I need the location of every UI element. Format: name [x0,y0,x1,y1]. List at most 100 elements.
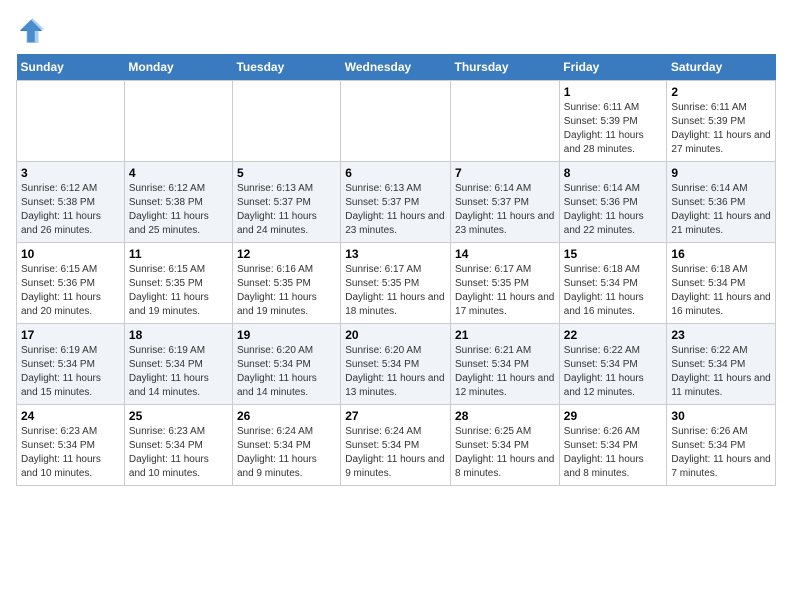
calendar-cell: 21 Sunrise: 6:21 AM Sunset: 5:34 PM Dayli… [451,324,560,405]
day-number: 2 [671,85,771,99]
calendar-table: SundayMondayTuesdayWednesdayThursdayFrid… [16,54,776,486]
day-info: Sunrise: 6:15 AM Sunset: 5:36 PM Dayligh… [21,263,120,319]
logo-icon [16,16,46,46]
day-number: 20 [345,328,446,342]
day-number: 19 [237,328,336,342]
day-info: Sunrise: 6:11 AM Sunset: 5:39 PM Dayligh… [564,101,663,157]
header-row: SundayMondayTuesdayWednesdayThursdayFrid… [17,54,776,81]
day-info: Sunrise: 6:25 AM Sunset: 5:34 PM Dayligh… [455,425,555,481]
day-info: Sunrise: 6:21 AM Sunset: 5:34 PM Dayligh… [455,344,555,400]
day-info: Sunrise: 6:17 AM Sunset: 5:35 PM Dayligh… [455,263,555,319]
day-number: 5 [237,166,336,180]
day-number: 21 [455,328,555,342]
header-cell-thursday: Thursday [451,54,560,81]
day-number: 30 [671,409,771,423]
calendar-cell: 24Sunrise: 6:23 AM Sunset: 5:34 PM Dayli… [17,405,125,486]
day-number: 18 [129,328,228,342]
logo [16,16,48,46]
day-info: Sunrise: 6:19 AM Sunset: 5:34 PM Dayligh… [129,344,228,400]
day-number: 6 [345,166,446,180]
calendar-cell: 25 Sunrise: 6:23 AM Sunset: 5:34 PM Dayli… [124,405,232,486]
calendar-cell: 28 Sunrise: 6:25 AM Sunset: 5:34 PM Dayli… [451,405,560,486]
day-number: 27 [345,409,446,423]
day-info: Sunrise: 6:23 AM Sunset: 5:34 PM Dayligh… [21,425,120,481]
day-info: Sunrise: 6:26 AM Sunset: 5:34 PM Dayligh… [671,425,771,481]
day-info: Sunrise: 6:19 AM Sunset: 5:34 PM Dayligh… [21,344,120,400]
day-info: Sunrise: 6:14 AM Sunset: 5:37 PM Dayligh… [455,182,555,238]
calendar-cell: 11 Sunrise: 6:15 AM Sunset: 5:35 PM Dayli… [124,243,232,324]
calendar-cell: 9 Sunrise: 6:14 AM Sunset: 5:36 PM Daylig… [667,162,776,243]
calendar-week-3: 10Sunrise: 6:15 AM Sunset: 5:36 PM Dayli… [17,243,776,324]
calendar-cell: 13 Sunrise: 6:17 AM Sunset: 5:35 PM Dayli… [341,243,451,324]
calendar-cell: 8 Sunrise: 6:14 AM Sunset: 5:36 PM Daylig… [559,162,667,243]
day-info: Sunrise: 6:14 AM Sunset: 5:36 PM Dayligh… [564,182,663,238]
calendar-week-5: 24Sunrise: 6:23 AM Sunset: 5:34 PM Dayli… [17,405,776,486]
day-number: 29 [564,409,663,423]
day-number: 1 [564,85,663,99]
calendar-cell: 6Sunrise: 6:13 AM Sunset: 5:37 PM Daylig… [341,162,451,243]
calendar-cell: 4 Sunrise: 6:12 AM Sunset: 5:38 PM Daylig… [124,162,232,243]
calendar-header: SundayMondayTuesdayWednesdayThursdayFrid… [17,54,776,81]
calendar-cell [124,81,232,162]
day-info: Sunrise: 6:14 AM Sunset: 5:36 PM Dayligh… [671,182,771,238]
day-info: Sunrise: 6:18 AM Sunset: 5:34 PM Dayligh… [671,263,771,319]
day-number: 7 [455,166,555,180]
calendar-cell: 29Sunrise: 6:26 AM Sunset: 5:34 PM Dayli… [559,405,667,486]
day-info: Sunrise: 6:20 AM Sunset: 5:34 PM Dayligh… [237,344,336,400]
page-header [16,16,776,46]
calendar-cell: 17 Sunrise: 6:19 AM Sunset: 5:34 PM Dayli… [17,324,125,405]
day-info: Sunrise: 6:22 AM Sunset: 5:34 PM Dayligh… [671,344,771,400]
calendar-cell: 19 Sunrise: 6:20 AM Sunset: 5:34 PM Dayli… [232,324,340,405]
day-number: 17 [21,328,120,342]
day-number: 13 [345,247,446,261]
calendar-cell: 10Sunrise: 6:15 AM Sunset: 5:36 PM Dayli… [17,243,125,324]
day-number: 8 [564,166,663,180]
header-cell-sunday: Sunday [17,54,125,81]
calendar-week-4: 17 Sunrise: 6:19 AM Sunset: 5:34 PM Dayli… [17,324,776,405]
calendar-week-1: 1 Sunrise: 6:11 AM Sunset: 5:39 PM Daylig… [17,81,776,162]
day-number: 4 [129,166,228,180]
day-info: Sunrise: 6:18 AM Sunset: 5:34 PM Dayligh… [564,263,663,319]
day-number: 26 [237,409,336,423]
calendar-cell: 14Sunrise: 6:17 AM Sunset: 5:35 PM Dayli… [451,243,560,324]
calendar-cell: 2Sunrise: 6:11 AM Sunset: 5:39 PM Daylig… [667,81,776,162]
calendar-week-2: 3 Sunrise: 6:12 AM Sunset: 5:38 PM Daylig… [17,162,776,243]
header-cell-tuesday: Tuesday [232,54,340,81]
day-info: Sunrise: 6:24 AM Sunset: 5:34 PM Dayligh… [237,425,336,481]
calendar-cell: 18 Sunrise: 6:19 AM Sunset: 5:34 PM Dayli… [124,324,232,405]
calendar-cell: 5 Sunrise: 6:13 AM Sunset: 5:37 PM Daylig… [232,162,340,243]
calendar-cell: 27 Sunrise: 6:24 AM Sunset: 5:34 PM Dayli… [341,405,451,486]
header-cell-monday: Monday [124,54,232,81]
day-number: 12 [237,247,336,261]
day-number: 15 [564,247,663,261]
calendar-cell: 30 Sunrise: 6:26 AM Sunset: 5:34 PM Dayli… [667,405,776,486]
header-cell-friday: Friday [559,54,667,81]
day-number: 25 [129,409,228,423]
day-info: Sunrise: 6:22 AM Sunset: 5:34 PM Dayligh… [564,344,663,400]
calendar-cell [232,81,340,162]
calendar-cell: 1 Sunrise: 6:11 AM Sunset: 5:39 PM Daylig… [559,81,667,162]
day-info: Sunrise: 6:23 AM Sunset: 5:34 PM Dayligh… [129,425,228,481]
day-info: Sunrise: 6:16 AM Sunset: 5:35 PM Dayligh… [237,263,336,319]
day-number: 28 [455,409,555,423]
day-info: Sunrise: 6:15 AM Sunset: 5:35 PM Dayligh… [129,263,228,319]
day-number: 23 [671,328,771,342]
day-info: Sunrise: 6:13 AM Sunset: 5:37 PM Dayligh… [237,182,336,238]
calendar-cell: 3 Sunrise: 6:12 AM Sunset: 5:38 PM Daylig… [17,162,125,243]
calendar-cell [451,81,560,162]
calendar-cell: 16 Sunrise: 6:18 AM Sunset: 5:34 PM Dayli… [667,243,776,324]
calendar-cell: 12 Sunrise: 6:16 AM Sunset: 5:35 PM Dayli… [232,243,340,324]
calendar-body: 1 Sunrise: 6:11 AM Sunset: 5:39 PM Daylig… [17,81,776,486]
day-number: 9 [671,166,771,180]
day-info: Sunrise: 6:12 AM Sunset: 5:38 PM Dayligh… [129,182,228,238]
day-info: Sunrise: 6:17 AM Sunset: 5:35 PM Dayligh… [345,263,446,319]
calendar-cell: 7 Sunrise: 6:14 AM Sunset: 5:37 PM Daylig… [451,162,560,243]
calendar-cell [17,81,125,162]
calendar-cell: 26 Sunrise: 6:24 AM Sunset: 5:34 PM Dayli… [232,405,340,486]
day-info: Sunrise: 6:24 AM Sunset: 5:34 PM Dayligh… [345,425,446,481]
day-number: 3 [21,166,120,180]
day-number: 11 [129,247,228,261]
day-number: 16 [671,247,771,261]
calendar-cell: 23 Sunrise: 6:22 AM Sunset: 5:34 PM Dayli… [667,324,776,405]
day-info: Sunrise: 6:12 AM Sunset: 5:38 PM Dayligh… [21,182,120,238]
